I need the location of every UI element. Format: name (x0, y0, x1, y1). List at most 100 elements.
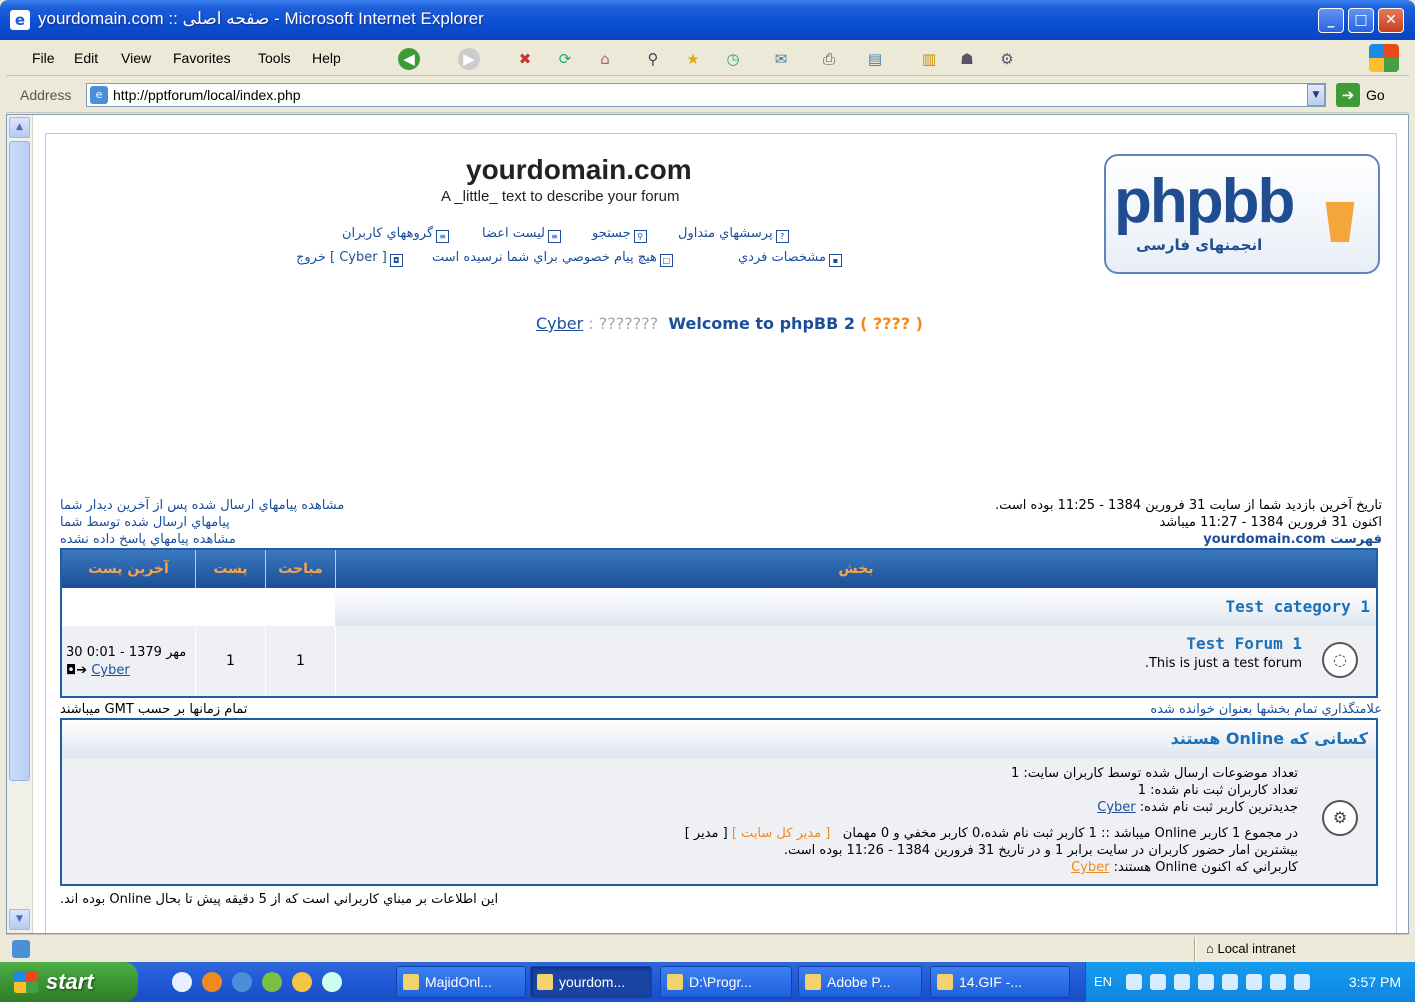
users-online-text: در مجموع 1 كاربر Online ميباشد :: 1 كارب… (842, 826, 1298, 841)
task-adobe-label: Adobe P... (827, 974, 891, 990)
task-majidonline[interactable]: MajidOnl... (396, 966, 526, 998)
forum-row: 30 مهر 1379 - 0:01 ◘➔ Cyber 1 1 Test For… (62, 626, 1376, 696)
tray-update-icon[interactable] (1222, 974, 1238, 990)
print-icon[interactable]: ⎙ (818, 48, 840, 70)
menu-file[interactable]: File (32, 50, 55, 66)
language-indicator[interactable]: EN (1094, 974, 1112, 989)
maximize-button[interactable]: □ (1348, 8, 1374, 33)
go-arrow-icon[interactable]: ➔ (1336, 83, 1360, 107)
menu-favorites[interactable]: Favorites (173, 50, 231, 66)
who-is-online-box: كسانى كه Online هستند تعداد موضوعات ارسا… (60, 718, 1378, 886)
profile-icon: ▪ (828, 254, 842, 267)
current-time-text: اكنون 31 فرورين 1384 - 11:27 ميباشد (1159, 515, 1382, 530)
scroll-down-icon[interactable]: ▼ (9, 909, 30, 930)
forum-name-link[interactable]: Test Forum 1 (1186, 634, 1302, 653)
tray-volume-icon[interactable] (1246, 974, 1262, 990)
address-url[interactable]: http://pptforum/local/index.php (113, 87, 301, 103)
discuss-icon[interactable]: ▥ (918, 48, 940, 70)
search-icon[interactable]: ⚲ (642, 48, 664, 70)
last-post-user-link[interactable]: Cyber (91, 663, 129, 678)
task-yourdomain-label: yourdom... (559, 974, 626, 990)
task-explorer[interactable]: D:\Progr... (660, 966, 792, 998)
last-post-arrow-icon[interactable]: ◘➔ (66, 663, 87, 678)
site-title[interactable]: yourdomain.com (466, 154, 692, 186)
messenger-icon[interactable]: ☗ (956, 48, 978, 70)
windows-logo-icon (1369, 44, 1399, 72)
mail-icon[interactable]: ✉ (770, 48, 792, 70)
last-post-cell: 30 مهر 1379 - 0:01 ◘➔ Cyber (62, 626, 196, 696)
scroll-up-icon[interactable]: ▲ (9, 117, 30, 138)
home-icon[interactable]: ⌂ (594, 48, 616, 70)
task-yourdomain[interactable]: yourdom... (530, 966, 652, 998)
tray-network-icon[interactable] (1126, 974, 1142, 990)
go-button[interactable]: Go (1366, 87, 1385, 103)
mark-all-read-link[interactable]: علامتگذاري تمام بخشها بعنوان خوانده شده (1150, 702, 1382, 717)
stop-icon[interactable]: ✖ (514, 48, 536, 70)
task-gif[interactable]: 14.GIF -... (930, 966, 1070, 998)
online-now-user-link[interactable]: Cyber (1071, 860, 1109, 875)
task-adobe[interactable]: Adobe P... (798, 966, 922, 998)
task-ie-icon (537, 974, 553, 990)
vertical-scrollbar[interactable]: ▲ ▼ (7, 115, 33, 933)
menu-edit[interactable]: Edit (74, 50, 98, 66)
scroll-thumb[interactable] (9, 141, 30, 781)
tray-messenger-icon[interactable] (1270, 974, 1286, 990)
quicklaunch-media-icon[interactable] (232, 972, 252, 992)
nav-search[interactable]: ⚲جستجو (592, 226, 647, 243)
nav-members[interactable]: ≡ليست اعضا (482, 226, 561, 243)
forum-index-link[interactable]: فهرست yourdomain.com (1203, 532, 1382, 547)
browser-content[interactable]: ▲ ▼ yourdomain.com A _little_ text to de… (6, 114, 1409, 934)
link-new-posts[interactable]: مشاهده پيامهاي ارسال شده پس از آخرين ديد… (60, 498, 344, 513)
nav-profile[interactable]: ▪مشخصات فردي (738, 250, 842, 267)
security-zone-label: Local intranet (1217, 941, 1296, 956)
refresh-icon[interactable]: ⟳ (554, 48, 576, 70)
tray-app-icon[interactable] (1150, 974, 1166, 990)
record-users-text: بيشترين امار حضور كاربران در سايت برابر … (783, 843, 1298, 858)
tray-security-icon[interactable] (1294, 974, 1310, 990)
link-unanswered[interactable]: مشاهده پيامهاي پاسخ داده نشده (60, 532, 236, 547)
online-now-line: كاربراني كه اكنون Online هستند: Cyber (1071, 860, 1298, 875)
start-button[interactable]: start (0, 962, 138, 1002)
forward-icon[interactable]: ▶ (458, 48, 480, 70)
history-icon[interactable]: ◷ (722, 48, 744, 70)
quicklaunch-misc-icon[interactable] (292, 972, 312, 992)
quicklaunch-browser-icon[interactable] (202, 972, 222, 992)
forum-table: آخرين پست پست مباحث بخش Test category 1 … (60, 548, 1378, 698)
menu-tools[interactable]: Tools (258, 50, 291, 66)
quicklaunch-search-icon[interactable] (322, 972, 342, 992)
address-dropdown-icon[interactable]: ▼ (1307, 84, 1325, 106)
welcome-line: Cyber : ??????? Welcome to phpBB 2 ( ???… (536, 314, 923, 333)
category-link[interactable]: Test category 1 (1226, 597, 1371, 616)
menu-help[interactable]: Help (312, 50, 341, 66)
start-flag-icon (14, 971, 38, 993)
menu-view[interactable]: View (121, 50, 151, 66)
faq-icon: ? (775, 230, 789, 243)
nav-logout[interactable]: ◘[ Cyber ] خروج (296, 250, 403, 267)
address-input[interactable]: e http://pptforum/local/index.php (86, 83, 1326, 107)
back-icon[interactable]: ◀ (398, 48, 420, 70)
favorites-icon[interactable]: ★ (682, 48, 704, 70)
edit-icon[interactable]: ▤ (864, 48, 886, 70)
online-now-label: كاربراني كه اكنون Online هستند: (1113, 860, 1298, 875)
logout-icon: ◘ (389, 254, 403, 267)
nav-faq[interactable]: ?پرسشهاي متداول (678, 226, 789, 243)
research-icon[interactable]: ⚙ (996, 48, 1018, 70)
phpbb-logo[interactable]: phpbb انجمنهای فارسی (1104, 154, 1380, 274)
minimize-button[interactable]: _ (1318, 8, 1344, 33)
tray-tool-icon[interactable] (1174, 974, 1190, 990)
tray-clock[interactable]: 3:57 PM (1349, 974, 1401, 990)
nav-profile-label: مشخصات فردي (738, 250, 826, 265)
nav-groups[interactable]: ≡گروههاي كاربران (342, 226, 450, 243)
welcome-unknown: ??????? (598, 314, 659, 333)
nav-private-messages[interactable]: □هيچ پيام خصوصي براي شما نرسيده است (432, 250, 673, 267)
link-your-posts[interactable]: پيامهاي ارسال شده توسط شما (60, 515, 230, 530)
newest-user-link[interactable]: Cyber (1097, 800, 1135, 815)
address-bar: Address e http://pptforum/local/index.ph… (6, 77, 1409, 113)
online-title-link[interactable]: كسانى كه Online هستند (1171, 729, 1368, 748)
tray-monitor-icon[interactable] (1198, 974, 1214, 990)
quicklaunch-app-icon[interactable] (262, 972, 282, 992)
quicklaunch-desktop-icon[interactable] (172, 972, 192, 992)
welcome-user-link[interactable]: Cyber (536, 314, 583, 333)
nav-search-label: جستجو (592, 226, 631, 241)
close-button[interactable]: ✕ (1378, 8, 1404, 33)
